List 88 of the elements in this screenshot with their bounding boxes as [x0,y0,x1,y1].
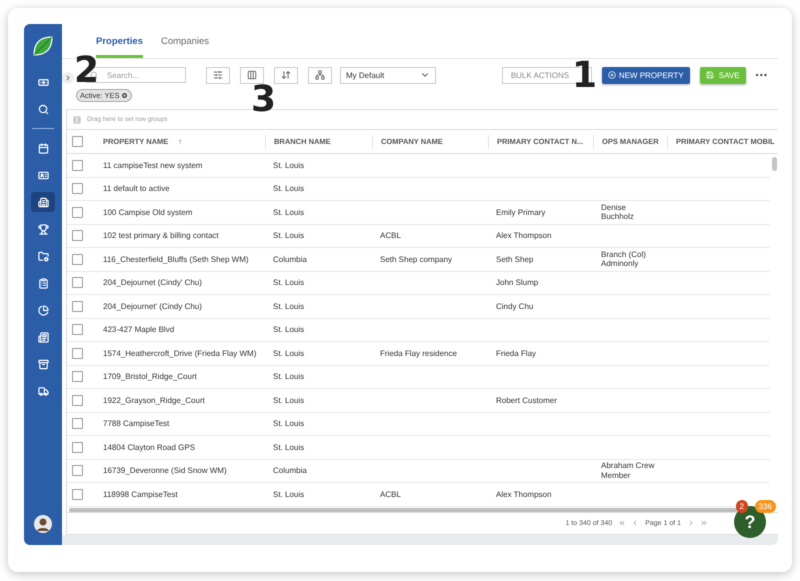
table-cell-text: 16739_Deveronne (Sid Snow WM) [102,466,228,476]
table-cell-text: Denise Buchholz [600,202,635,222]
row-checkbox[interactable] [72,488,83,500]
columns-button[interactable] [240,66,264,84]
scrollbar-thumb[interactable] [772,157,777,172]
horizontal-scrollbar[interactable] [69,508,738,512]
table-cell-text: Columbia [272,466,308,476]
table-cell-text: St. Louis [272,160,306,170]
table-cell-text: St. Louis [272,372,306,382]
tab[interactable]: Properties [96,36,143,58]
first-page-icon[interactable] [618,519,626,528]
table-cell-text: 102 test primary & billing contact [102,231,220,241]
table-cell-text: Emily Primary [495,208,546,218]
table-cell-text: Frieda Flay [495,348,538,358]
row-checkbox[interactable] [72,160,83,171]
row-checkbox[interactable] [72,254,83,265]
sort-arrows-icon [281,70,291,80]
table-cell-text: Columbia [272,254,308,264]
row-checkbox[interactable] [72,206,83,218]
row-checkbox[interactable] [72,418,83,430]
table-cell-text: St. Louis [272,325,306,335]
table-cell-text: St. Louis [272,490,306,500]
row-checkbox[interactable] [72,324,83,336]
table-cell-text: 11 campiseTest new system [102,160,204,170]
row-checkbox[interactable] [72,394,83,406]
select-all-checkbox[interactable] [72,136,83,148]
table-cell-text: St. Louis [272,208,306,218]
table-cell-text: Robert Customer [495,396,558,406]
logo-icon [31,34,55,58]
row-checkbox[interactable] [72,300,83,312]
table-cell-text: 1922_Grayson_Ridge_Court [102,396,206,406]
table-cell-text: ACBL [379,490,402,500]
new-property-button[interactable]: NEW PROPERTY [602,66,690,84]
table-cell-text: 14804 Clayton Road GPS [102,442,196,452]
row-checkbox[interactable] [72,442,83,453]
sort-button[interactable] [274,66,298,84]
table-cell-text: St. Louis [272,184,306,194]
table-cell-text: 116_Chesterfield_Bluffs (Seth Shep WM) [102,254,250,264]
row-checkbox[interactable] [72,371,83,382]
more-button[interactable]: ••• [756,70,768,80]
row-checkbox[interactable] [72,277,83,288]
callout-number: 3 [251,82,276,118]
table-cell-text: Seth Shep company [379,254,454,264]
table-cell-text: St. Louis [272,231,306,241]
hierarchy-icon [315,70,325,80]
last-page-icon[interactable] [700,519,708,528]
table-cell-text: Seth Shep [495,254,534,264]
table-cell-text: St. Louis [272,396,306,406]
table-cell-text: Cindy Chu [495,302,534,312]
table-cell-text: 204_Dejournet (Cindy' Chu) [102,278,203,288]
building-icon[interactable] [31,192,55,212]
columns-icon [247,70,257,80]
row-checkbox[interactable] [72,183,83,194]
avatar-icon[interactable] [34,515,52,533]
row-groups-icon [73,116,81,124]
table-cell-text: Abraham Crew Member [600,461,656,480]
count-badge: 336 [754,500,776,513]
hierarchy-button[interactable] [308,66,332,84]
table-cell-text: 118998 CampiseTest [102,490,179,500]
notification-badge: 2 [736,500,748,513]
view-select[interactable]: My Default [340,66,436,84]
table-cell-text: John Slump [495,278,540,288]
row-checkbox[interactable] [72,230,83,242]
table-cell-text: Branch (Col) Adminonly [600,250,647,269]
filter-sliders-button[interactable] [206,66,230,84]
table-cell-text: 204_Dejournet' (Cindy Chu) [102,302,203,312]
sliders-icon [213,70,223,80]
table-cell-text: Alex Thompson [495,490,552,500]
table-cell-text: 1574_Heathercroft_Drive (Frieda Flay WM) [102,348,258,358]
table-cell-text: St. Louis [272,348,306,358]
table-cell-text: 11 default to active [102,184,171,194]
table-cell-text: 423-427 Maple Blvd [102,325,176,335]
row-checkbox[interactable] [72,465,83,476]
table-cell-text: St. Louis [272,278,306,288]
table-cell-text: Frieda Flay residence [379,348,458,358]
table-cell-text: 7788 CampiseTest [102,419,170,429]
row-checkbox[interactable] [72,348,83,359]
tab[interactable]: Companies [161,36,210,58]
table-cell-text: Alex Thompson [495,231,552,241]
plus-icon [608,71,616,79]
next-page-icon[interactable] [687,519,695,528]
table-cell-text: St. Louis [272,419,306,429]
table-cell-text: St. Louis [272,302,306,312]
close-icon[interactable] [121,92,128,99]
table-cell-text: ACBL [379,231,402,241]
table-cell-text: St. Louis [272,442,306,452]
table-cell-text: 100 Campise Old system [102,208,194,218]
table-cell-text: 1709_Bristol_Ridge_Court [102,372,198,382]
